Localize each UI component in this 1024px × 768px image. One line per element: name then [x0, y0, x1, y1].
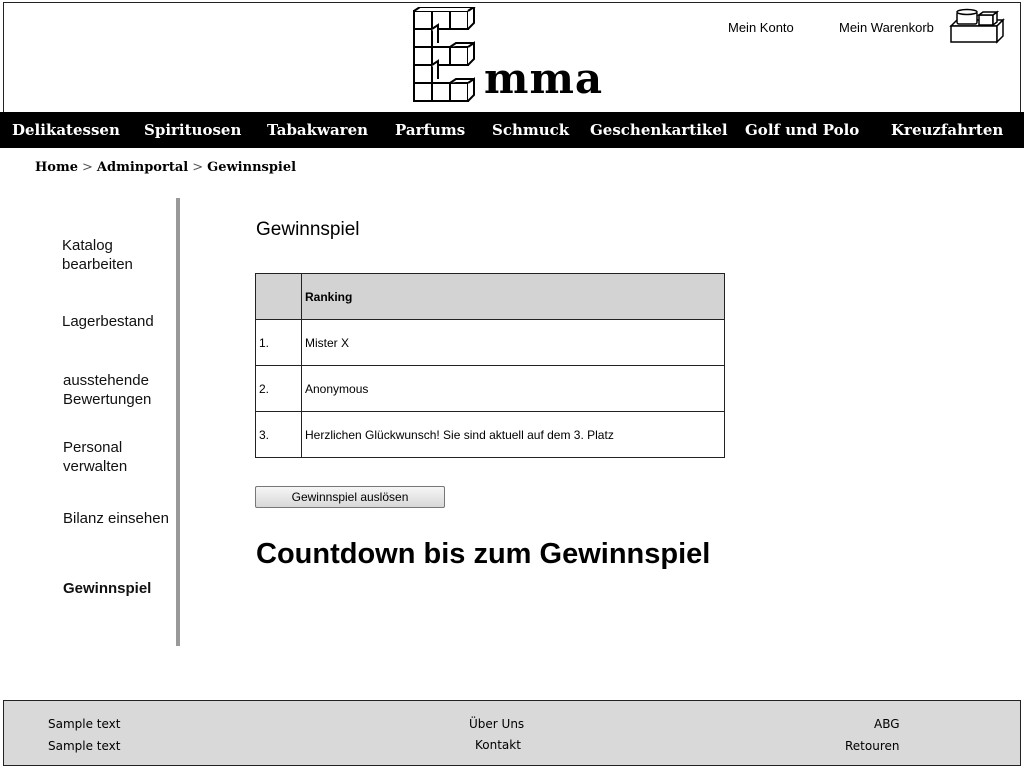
rank-position: 2.: [255, 365, 302, 412]
trigger-raffle-button[interactable]: Gewinnspiel auslösen: [255, 486, 445, 508]
nav-item-spirituosen[interactable]: Spirituosen: [144, 112, 241, 148]
nav-item-kreuzfahrten[interactable]: Kreuzfahrten: [891, 112, 1003, 148]
main-nav: Delikatessen Spirituosen Tabakwaren Parf…: [0, 112, 1024, 148]
column-header-position: [255, 273, 302, 320]
footer-link-abg[interactable]: ABG: [874, 717, 900, 731]
page-title: Gewinnspiel: [256, 219, 360, 240]
rank-name: Mister X: [301, 319, 725, 366]
footer-sample-text[interactable]: Sample text: [48, 717, 121, 731]
cart-link[interactable]: Mein Warenkorb: [839, 20, 934, 35]
table-row: 3. Herzlichen Glückwunsch! Sie sind aktu…: [255, 411, 725, 458]
nav-item-schmuck[interactable]: Schmuck: [492, 112, 569, 148]
footer-link-ueber-uns[interactable]: Über Uns: [469, 717, 524, 731]
rank-name: Herzlichen Glückwunsch! Sie sind aktuell…: [301, 411, 725, 458]
nav-item-golf-und-polo[interactable]: Golf und Polo: [745, 112, 859, 148]
breadcrumb-home[interactable]: Home: [35, 160, 78, 175]
footer-sample-text[interactable]: Sample text: [48, 739, 121, 753]
sidebar-item-gewinnspiel[interactable]: Gewinnspiel: [63, 579, 173, 598]
cart-icon[interactable]: [949, 8, 1005, 46]
nav-item-parfums[interactable]: Parfums: [395, 112, 465, 148]
logo[interactable]: mma: [410, 7, 604, 107]
nav-item-delikatessen[interactable]: Delikatessen: [12, 112, 120, 148]
breadcrumb-adminportal[interactable]: Adminportal: [97, 160, 188, 175]
ranking-table: Ranking 1. Mister X 2. Anonymous 3. Herz…: [255, 273, 725, 458]
table-header-row: Ranking: [255, 273, 725, 320]
column-header-ranking: Ranking: [301, 273, 725, 320]
nav-item-tabakwaren[interactable]: Tabakwaren: [267, 112, 368, 148]
footer-link-retouren[interactable]: Retouren: [845, 739, 900, 753]
footer-link-kontakt[interactable]: Kontakt: [475, 738, 521, 752]
rank-name: Anonymous: [301, 365, 725, 412]
table-row: 1. Mister X: [255, 319, 725, 366]
site-header: mma Mein Konto Mein Warenkorb: [3, 2, 1021, 116]
sidebar-item-lagerbestand[interactable]: Lagerbestand: [62, 312, 172, 331]
rank-position: 3.: [255, 411, 302, 458]
breadcrumb-separator: >: [192, 160, 204, 175]
sidebar-item-ausstehende-bewertungen[interactable]: ausstehende Bewertungen: [63, 371, 173, 409]
sidebar-divider: [176, 198, 180, 646]
account-link[interactable]: Mein Konto: [728, 20, 794, 35]
nav-item-geschenkartikel[interactable]: Geschenkartikel: [590, 112, 728, 148]
breadcrumb-gewinnspiel[interactable]: Gewinnspiel: [207, 160, 296, 175]
breadcrumb: Home > Adminportal > Gewinnspiel: [35, 160, 296, 175]
table-row: 2. Anonymous: [255, 365, 725, 412]
sidebar-item-personal-verwalten[interactable]: Personal verwalten: [63, 438, 173, 476]
rank-position: 1.: [255, 319, 302, 366]
admin-sidebar: Katalog bearbeiten Lagerbestand ausstehe…: [0, 198, 182, 646]
logo-block-e-icon: [413, 7, 476, 102]
site-footer: Sample text Sample text Über Uns Kontakt…: [3, 700, 1021, 766]
sidebar-item-katalog-bearbeiten[interactable]: Katalog bearbeiten: [62, 236, 172, 274]
countdown-heading: Countdown bis zum Gewinnspiel: [256, 538, 711, 570]
sidebar-item-bilanz-einsehen[interactable]: Bilanz einsehen: [63, 509, 173, 528]
logo-text: mma: [484, 54, 604, 103]
breadcrumb-separator: >: [81, 160, 93, 175]
